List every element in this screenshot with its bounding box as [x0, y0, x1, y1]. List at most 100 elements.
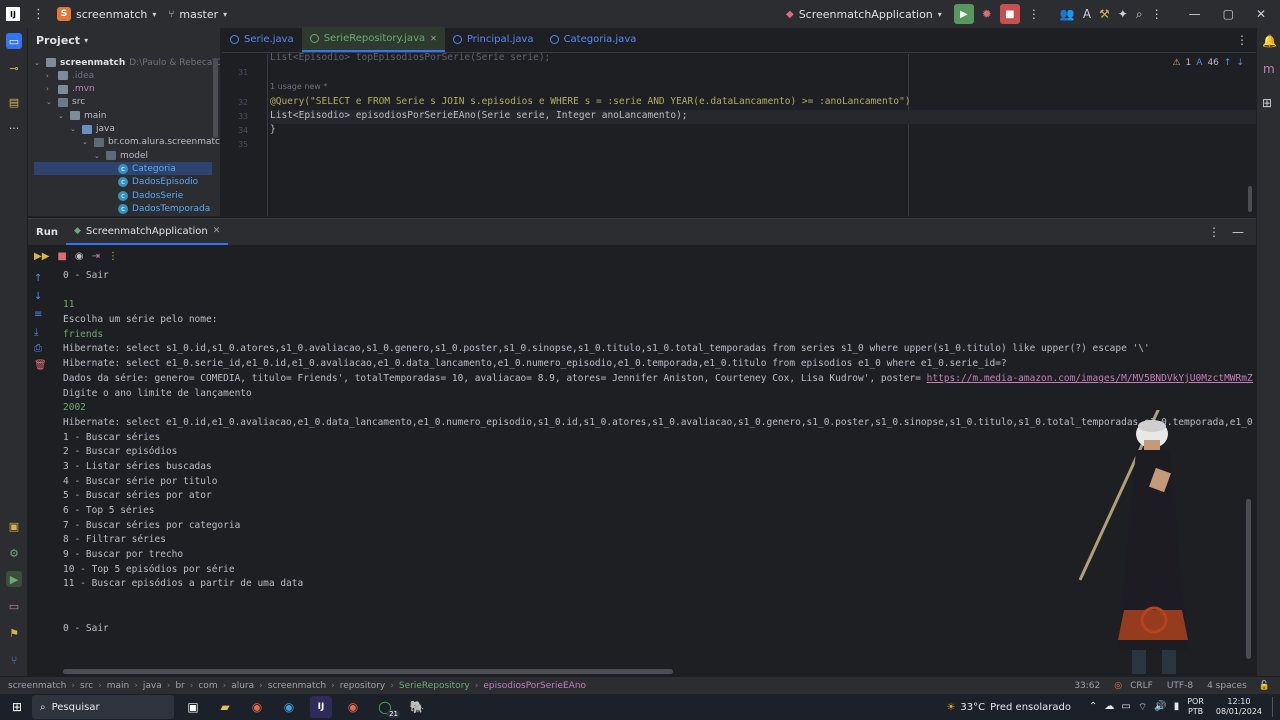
- editor-scrollbar[interactable]: [1248, 186, 1252, 212]
- indent-setting[interactable]: 4 spaces: [1207, 681, 1247, 691]
- close-icon[interactable]: ✕: [1256, 7, 1266, 21]
- maven-icon[interactable]: m: [1263, 62, 1275, 76]
- language-indicator[interactable]: POR PTB: [1187, 697, 1204, 717]
- main-menu-button[interactable]: IJ: [0, 0, 26, 28]
- next-highlight-icon[interactable]: ↓: [1236, 58, 1244, 68]
- tree-item[interactable]: ⌄ screenmatchD:\Paulo & Rebeca\Cruso: [34, 56, 220, 69]
- battery-icon[interactable]: ▮: [1174, 701, 1180, 714]
- settings-icon[interactable]: ⋮: [1151, 7, 1163, 21]
- scroll-up-icon[interactable]: ↑: [34, 273, 42, 284]
- expand-arrow-icon[interactable]: ⌄: [58, 112, 66, 120]
- editor-tab[interactable]: Categoria.java: [542, 27, 645, 52]
- expand-arrow-icon[interactable]: ›: [46, 72, 54, 80]
- usage-hint[interactable]: 1 usage new *: [270, 82, 327, 96]
- more-actions-icon[interactable]: ⋮: [1028, 7, 1040, 21]
- file-encoding[interactable]: UTF-8: [1167, 681, 1193, 691]
- breadcrumb-item[interactable]: SerieRepository: [399, 681, 470, 691]
- editor-tab[interactable]: SerieRepository.java ✕: [301, 27, 445, 52]
- print-icon[interactable]: ⎙: [34, 343, 42, 354]
- tree-item[interactable]: ⌄ main: [58, 109, 107, 122]
- close-tab-icon[interactable]: ✕: [213, 226, 221, 236]
- run-options-icon[interactable]: ⋮: [1208, 225, 1220, 239]
- close-tab-icon[interactable]: ✕: [430, 34, 437, 43]
- postgres-icon[interactable]: 🐘: [406, 696, 428, 718]
- tray-chevron-icon[interactable]: ⌃: [1089, 701, 1097, 714]
- rerun-icon[interactable]: ▶: [953, 4, 974, 24]
- lock-icon[interactable]: 🔓: [1259, 681, 1270, 691]
- code-line-method[interactable]: List<Episodio> episodiosPorSerieEAno(Ser…: [270, 110, 1256, 124]
- expand-arrow-icon[interactable]: ⌄: [94, 152, 102, 160]
- tree-item[interactable]: ⌄ br.com.alura.screenmatch: [82, 136, 220, 149]
- breadcrumb-item[interactable]: episodiosPorSerieEAno: [483, 681, 586, 691]
- console-hscroll[interactable]: [63, 669, 673, 674]
- expand-arrow-icon[interactable]: ⌄: [46, 98, 54, 106]
- taskbar-search[interactable]: ⌕ Pesquisar: [32, 695, 174, 719]
- editor-tab[interactable]: Serie.java: [222, 27, 302, 52]
- clock[interactable]: 12:10 08/01/2024: [1216, 697, 1262, 717]
- code-with-me-icon[interactable]: 👥: [1060, 7, 1075, 21]
- minimize-icon[interactable]: —: [1189, 7, 1201, 21]
- tree-item[interactable]: ⌄ model: [94, 149, 148, 162]
- line-separator[interactable]: CRLF: [1130, 681, 1153, 691]
- intellij-icon[interactable]: IJ: [310, 696, 332, 718]
- debug-icon[interactable]: ✹: [982, 7, 992, 21]
- project-tool-icon[interactable]: ▭: [6, 33, 22, 49]
- inspection-widget[interactable]: ⚠ 1 A 46 ↑ ↓: [1172, 58, 1244, 68]
- network-icon[interactable]: ▭: [1121, 701, 1130, 714]
- rerun-icon[interactable]: ▶▶: [34, 251, 49, 262]
- windows-start-icon[interactable]: ⊞: [6, 696, 28, 718]
- project-widget[interactable]: S screenmatch ▾: [51, 0, 162, 28]
- volume-icon[interactable]: 🔊: [1154, 701, 1166, 714]
- expand-arrow-icon[interactable]: ⌄: [82, 138, 90, 146]
- tree-item[interactable]: › .mvn: [46, 83, 95, 96]
- prev-highlight-icon[interactable]: ↑: [1224, 58, 1232, 68]
- stop-icon[interactable]: ■: [57, 251, 66, 262]
- tab-actions-icon[interactable]: ⋮: [1236, 33, 1248, 47]
- commit-icon[interactable]: ⊸: [6, 60, 22, 76]
- structure-icon[interactable]: ▤: [6, 94, 22, 110]
- console-vscroll[interactable]: [1246, 499, 1251, 659]
- breadcrumb-item[interactable]: main: [107, 681, 130, 691]
- code-line-top[interactable]: List<Episodio> topEpisodiosPorSerie(Seri…: [270, 52, 550, 66]
- wifi-icon[interactable]: ⌔: [1138, 701, 1147, 714]
- more-icon[interactable]: ⋮: [108, 251, 118, 262]
- chrome-alt-icon[interactable]: ◉: [342, 696, 364, 718]
- project-panel-header[interactable]: Project ▾: [28, 28, 220, 53]
- whatsapp-icon[interactable]: ◯ 21: [374, 696, 400, 718]
- scroll-down-icon[interactable]: ↓: [34, 291, 42, 302]
- vcs-branch-widget[interactable]: ⑂ master ▾: [162, 0, 233, 28]
- console-output[interactable]: 0 - Sair 11 Escolha um série pelo nome: fri…: [63, 269, 1253, 669]
- search-icon[interactable]: ⌕: [1136, 7, 1143, 22]
- terminal-icon[interactable]: ▭: [6, 598, 22, 614]
- tree-item[interactable]: › .idea: [46, 69, 94, 82]
- notifications-icon[interactable]: 🔔: [1262, 34, 1277, 48]
- breadcrumb-item[interactable]: screenmatch: [8, 681, 66, 691]
- cloud-icon[interactable]: ☁: [1104, 701, 1114, 714]
- expand-arrow-icon[interactable]: ⌄: [70, 125, 78, 133]
- tab-run-config[interactable]: ◆ ScreenmatchApplication ✕: [65, 219, 229, 245]
- database-icon[interactable]: ⊞: [1262, 96, 1272, 110]
- clear-icon[interactable]: 🗑: [34, 360, 47, 371]
- chrome-profile-icon[interactable]: ◉: [278, 696, 300, 718]
- breadcrumb-item[interactable]: screenmatch: [268, 681, 326, 691]
- breadcrumb-item[interactable]: repository: [340, 681, 386, 691]
- scroll-to-end-icon[interactable]: ⤓: [34, 327, 38, 338]
- code-line-close[interactable]: }: [270, 124, 276, 138]
- expand-arrow-icon[interactable]: ⌄: [34, 59, 42, 67]
- tree-item[interactable]: ⌄ java: [70, 123, 115, 136]
- services-icon[interactable]: ▣: [6, 518, 22, 534]
- stop-icon[interactable]: ■: [999, 4, 1020, 24]
- editor-tab[interactable]: Principal.java: [445, 27, 542, 52]
- breadcrumb-item[interactable]: alura: [231, 681, 254, 691]
- tree-item[interactable]: c DadosTemporada: [106, 202, 210, 215]
- camera-icon[interactable]: ◉: [75, 251, 84, 262]
- run-tool-icon[interactable]: ▶: [6, 571, 22, 587]
- weather-widget[interactable]: ☀ 33°C Pred ensolarado: [946, 702, 1071, 713]
- project-scrollbar[interactable]: [213, 58, 218, 138]
- chrome-icon[interactable]: ◉: [246, 696, 268, 718]
- git-icon[interactable]: ⑂: [6, 652, 22, 668]
- tree-item[interactable]: c DadosSerie: [106, 189, 183, 202]
- breadcrumb-item[interactable]: src: [80, 681, 93, 691]
- tree-item[interactable]: c Categoria: [34, 162, 212, 176]
- ai-assistant-icon[interactable]: ✦: [1118, 7, 1128, 21]
